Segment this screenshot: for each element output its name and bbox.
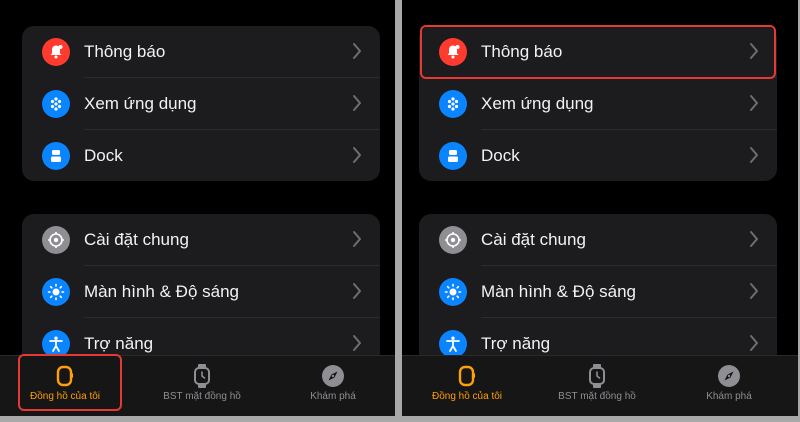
general-settings-row[interactable]: Cài đặt chung [22,214,380,266]
accessibility-icon [439,330,467,358]
chevron-right-icon [353,231,361,247]
dock-icon [42,142,70,170]
row-label: Màn hình & Độ sáng [84,282,239,301]
watch-face-icon [585,364,609,388]
chevron-right-icon [353,43,361,59]
tab-watch-face-gallery[interactable]: BST mặt đồng hồ [532,356,662,416]
tab-watch-face-gallery[interactable]: BST mặt đồng hồ [137,356,267,416]
dock-icon [439,142,467,170]
left-screenshot-panel: Thông báo Xem ứng dụng Dock Cài đặt chun… [0,0,395,416]
chevron-right-icon [353,95,361,111]
gear-icon [439,226,467,254]
row-label: Thông báo [481,42,563,61]
dock-row[interactable]: Dock [22,130,380,181]
app-view-row[interactable]: Xem ứng dụng [419,78,777,130]
chevron-right-icon [750,147,758,163]
display-brightness-row[interactable]: Màn hình & Độ sáng [22,266,380,318]
compass-icon [321,364,345,388]
app-view-row[interactable]: Xem ứng dụng [22,78,380,130]
row-label: Màn hình & Độ sáng [481,282,636,301]
settings-group-2: Cài đặt chung Màn hình & Độ sáng Trợ năn… [22,214,380,374]
watch-face-icon [190,364,214,388]
tab-label: Khám phá [706,391,752,402]
accessibility-icon [42,330,70,358]
app-grid-icon [439,90,467,118]
tab-label: Đồng hồ của tôi [431,391,503,402]
right-screenshot-panel: Thông báo Xem ứng dụng Dock Cài đặt chun… [402,0,798,416]
settings-group-1: Thông báo Xem ứng dụng Dock [22,26,380,181]
general-settings-row[interactable]: Cài đặt chung [419,214,777,266]
row-label: Xem ứng dụng [84,94,197,113]
chevron-right-icon [750,283,758,299]
tab-bar: Đồng hồ của tôi BST mặt đồng hồ Khám phá [402,355,798,416]
brightness-icon [439,278,467,306]
row-label: Thông báo [84,42,166,61]
chevron-right-icon [750,95,758,111]
settings-group-2: Cài đặt chung Màn hình & Độ sáng Trợ năn… [419,214,777,374]
tab-label: Khám phá [310,391,356,402]
display-brightness-row[interactable]: Màn hình & Độ sáng [419,266,777,318]
app-grid-icon [42,90,70,118]
brightness-icon [42,278,70,306]
row-label: Cài đặt chung [84,230,189,249]
chevron-right-icon [353,147,361,163]
tab-bar: Đồng hồ của tôi BST mặt đồng hồ Khám phá [0,355,395,416]
dock-row[interactable]: Dock [419,130,777,181]
notifications-row[interactable]: Thông báo [22,26,380,78]
row-label: Cài đặt chung [481,230,586,249]
row-label: Dock [481,146,520,165]
tab-discover[interactable]: Khám phá [664,356,794,416]
row-label: Dock [84,146,123,165]
tab-my-watch[interactable]: Đồng hồ của tôi [402,356,532,416]
tab-label: BST mặt đồng hồ [163,391,241,402]
chevron-right-icon [353,335,361,351]
bell-icon [439,38,467,66]
chevron-right-icon [750,335,758,351]
row-label: Trợ năng [481,334,551,353]
watch-icon [455,364,479,388]
chevron-right-icon [750,231,758,247]
tab-label: Đồng hồ của tôi [29,391,101,402]
row-label: Xem ứng dụng [481,94,594,113]
gear-icon [42,226,70,254]
tab-my-watch[interactable]: Đồng hồ của tôi [0,356,130,416]
settings-group-1: Thông báo Xem ứng dụng Dock [419,26,777,181]
row-label: Trợ năng [84,334,154,353]
chevron-right-icon [353,283,361,299]
tab-discover[interactable]: Khám phá [268,356,395,416]
chevron-right-icon [750,43,758,59]
notifications-row[interactable]: Thông báo [419,26,777,78]
tab-label: BST mặt đồng hồ [558,391,636,402]
watch-icon [53,364,77,388]
compass-icon [717,364,741,388]
bell-icon [42,38,70,66]
